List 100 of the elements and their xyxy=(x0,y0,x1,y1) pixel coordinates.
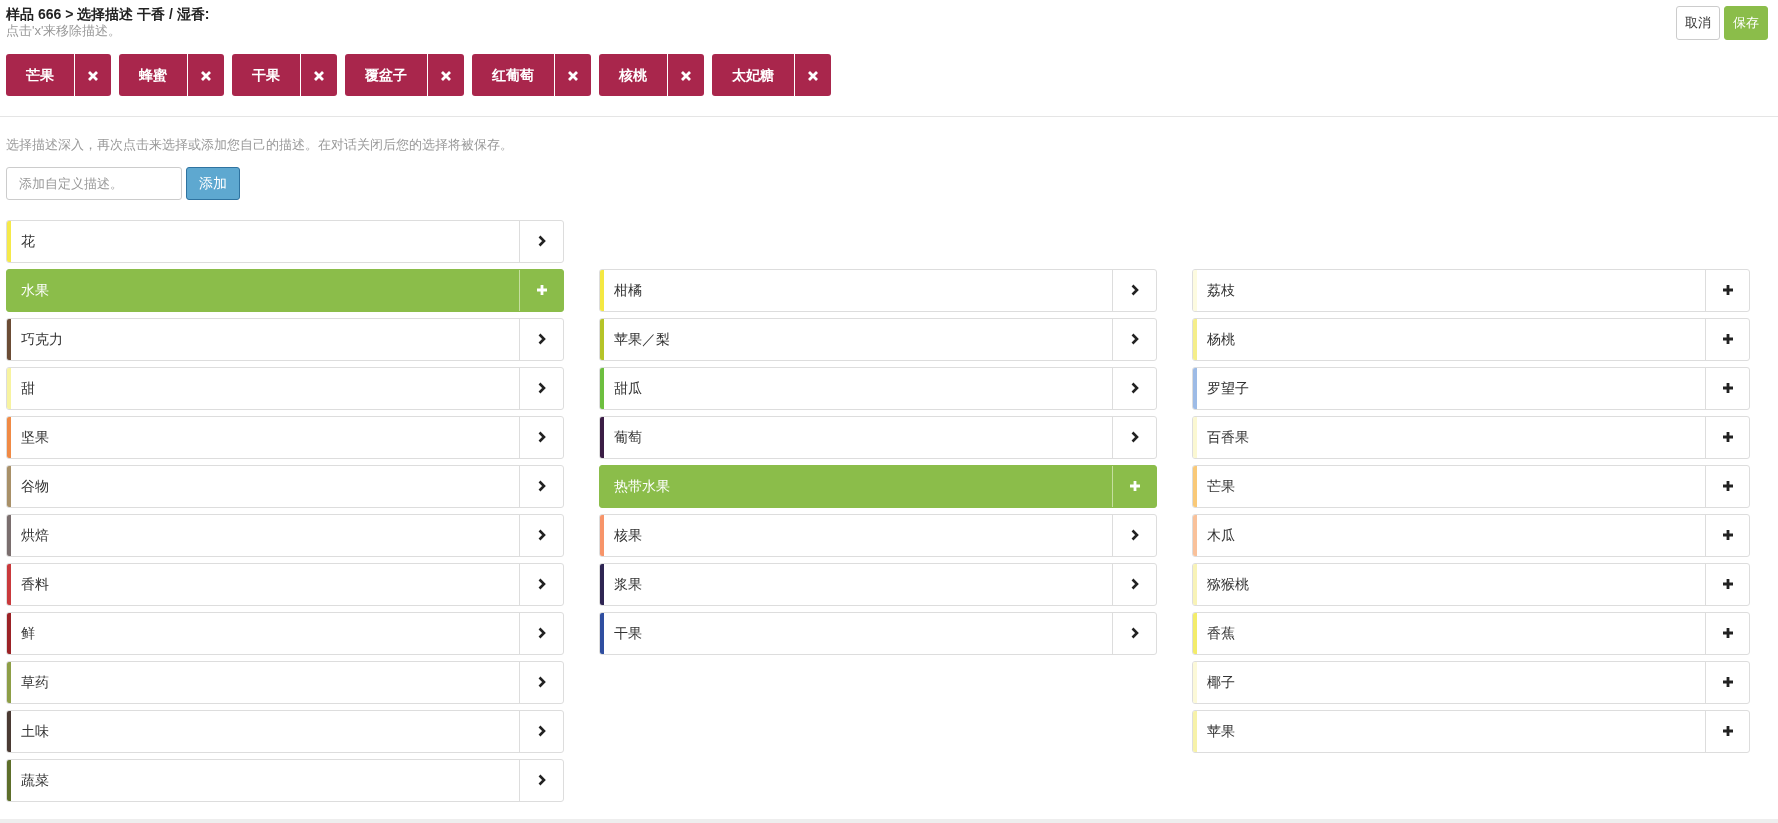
close-icon xyxy=(680,69,692,82)
close-icon xyxy=(87,69,99,82)
plus-icon xyxy=(1128,480,1141,492)
item-label: 香蕉 xyxy=(1206,623,1236,643)
item-label: 香料 xyxy=(20,574,50,594)
item-label: 蔬菜 xyxy=(20,770,50,790)
chevron-right-icon xyxy=(536,235,547,247)
hint-text: 点击'x'来移除描述。 xyxy=(6,23,123,39)
tag-button[interactable]: 核桃 xyxy=(599,54,667,96)
category-item[interactable]: 杨桃 xyxy=(1192,317,1750,361)
chevron-right-icon xyxy=(536,676,547,688)
tag-button[interactable]: 红葡萄 xyxy=(472,54,554,96)
item-label: 水果 xyxy=(20,280,50,300)
chevron-right-icon xyxy=(536,774,547,786)
category-item[interactable]: 核果 xyxy=(599,513,1157,557)
category-item[interactable]: 猕猴桃 xyxy=(1192,562,1750,606)
remove-button[interactable] xyxy=(187,54,224,96)
category-item[interactable]: 甜 xyxy=(6,366,564,410)
item-label: 坚果 xyxy=(20,427,50,447)
category-item[interactable]: 香料 xyxy=(6,562,564,606)
remove-button[interactable] xyxy=(427,54,464,96)
plus-icon xyxy=(535,284,548,296)
category-item[interactable]: 烘焙 xyxy=(6,513,564,557)
item-label: 草药 xyxy=(20,672,50,692)
category-item[interactable]: 浆果 xyxy=(599,562,1157,606)
tag-button[interactable]: 覆盆子 xyxy=(345,54,427,96)
item-label: 干果 xyxy=(613,623,643,643)
category-item[interactable]: 香蕉 xyxy=(1192,611,1750,655)
category-item[interactable]: 罗望子 xyxy=(1192,366,1750,410)
instruction-text: 选择描述深入，再次点击来选择或添加您自己的描述。在对话关闭后您的选择将被保存。 xyxy=(6,136,514,154)
plus-icon xyxy=(1721,627,1734,639)
item-label: 苹果／梨 xyxy=(613,329,671,349)
chevron-right-icon xyxy=(1129,284,1140,296)
chevron-right-icon xyxy=(536,725,547,737)
item-label: 核果 xyxy=(613,525,643,545)
tag-button[interactable]: 太妃糖 xyxy=(712,54,794,96)
category-item[interactable]: 谷物 xyxy=(6,464,564,508)
item-label: 杨桃 xyxy=(1206,329,1236,349)
item-label: 椰子 xyxy=(1206,672,1236,692)
plus-icon xyxy=(1721,382,1734,394)
item-label: 花 xyxy=(20,231,36,251)
category-item[interactable]: 苹果／梨 xyxy=(599,317,1157,361)
category-item[interactable]: 荔枝 xyxy=(1192,268,1750,312)
category-item[interactable]: 花 xyxy=(6,219,564,263)
item-label: 谷物 xyxy=(20,476,50,496)
item-label: 芒果 xyxy=(1206,476,1236,496)
close-icon xyxy=(313,69,325,82)
item-label: 猕猴桃 xyxy=(1206,574,1250,594)
item-label: 土味 xyxy=(20,721,50,741)
tag-button[interactable]: 芒果 xyxy=(6,54,74,96)
plus-icon xyxy=(1721,431,1734,443)
category-item[interactable]: 甜瓜 xyxy=(599,366,1157,410)
item-label: 罗望子 xyxy=(1206,378,1250,398)
item-label: 苹果 xyxy=(1206,721,1236,741)
category-item[interactable]: 土味 xyxy=(6,709,564,753)
chevron-right-icon xyxy=(536,627,547,639)
remove-button[interactable] xyxy=(74,54,111,96)
chevron-right-icon xyxy=(1129,333,1140,345)
chevron-right-icon xyxy=(536,480,547,492)
page-title: 样品 666 > 选择描述 干香 / 湿香: xyxy=(6,6,210,23)
custom-description-field[interactable]: 添加自定义描述。 xyxy=(6,166,182,200)
item-label: 鲜 xyxy=(20,623,36,643)
cancel-button[interactable]: 取消 xyxy=(1676,6,1720,40)
close-icon xyxy=(200,69,212,82)
category-item[interactable]: 芒果 xyxy=(1192,464,1750,508)
chevron-right-icon xyxy=(536,578,547,590)
chevron-right-icon xyxy=(536,431,547,443)
category-item[interactable]: 木瓜 xyxy=(1192,513,1750,557)
tag-button[interactable]: 蜂蜜 xyxy=(119,54,187,96)
category-item[interactable]: 干果 xyxy=(599,611,1157,655)
item-label: 巧克力 xyxy=(20,329,64,349)
item-label: 甜 xyxy=(20,378,36,398)
category-item[interactable]: 草药 xyxy=(6,660,564,704)
category-item[interactable]: 椰子 xyxy=(1192,660,1750,704)
category-item[interactable]: 鲜 xyxy=(6,611,564,655)
category-item[interactable]: 百香果 xyxy=(1192,415,1750,459)
plus-icon xyxy=(1721,725,1734,737)
remove-button[interactable] xyxy=(667,54,704,96)
category-item[interactable]: 葡萄 xyxy=(599,415,1157,459)
category-item[interactable]: 苹果 xyxy=(1192,709,1750,753)
chevron-right-icon xyxy=(1129,578,1140,590)
item-label: 荔枝 xyxy=(1206,280,1236,300)
chevron-right-icon xyxy=(1129,627,1140,639)
item-label: 烘焙 xyxy=(20,525,50,545)
item-label: 浆果 xyxy=(613,574,643,594)
category-item[interactable]: 柑橘 xyxy=(599,268,1157,312)
remove-button[interactable] xyxy=(794,54,831,96)
chevron-right-icon xyxy=(536,529,547,541)
category-item[interactable]: 巧克力 xyxy=(6,317,564,361)
category-item[interactable]: 蔬菜 xyxy=(6,758,564,802)
close-icon xyxy=(567,69,579,82)
plus-icon xyxy=(1721,333,1734,345)
item-label: 百香果 xyxy=(1206,427,1250,447)
remove-button[interactable] xyxy=(300,54,337,96)
close-icon xyxy=(807,69,819,82)
chevron-right-icon xyxy=(1129,382,1140,394)
category-item[interactable]: 坚果 xyxy=(6,415,564,459)
tag-button[interactable]: 干果 xyxy=(232,54,300,96)
remove-button[interactable] xyxy=(554,54,591,96)
plus-icon xyxy=(1721,284,1734,296)
